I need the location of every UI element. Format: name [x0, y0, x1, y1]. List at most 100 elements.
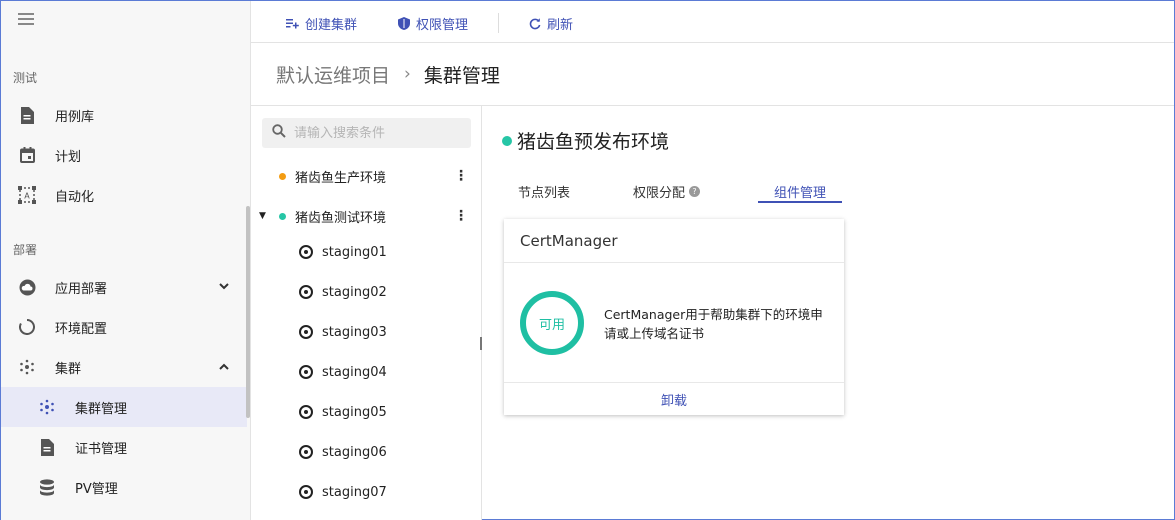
search-icon: [272, 124, 286, 142]
sidebar-item-label: 计划: [55, 149, 82, 165]
sidebar-item-label: 用例库: [55, 109, 95, 125]
node-item[interactable]: staging03: [299, 317, 387, 347]
node-icon: [299, 445, 313, 459]
status-dot: [502, 135, 512, 146]
uninstall-label: 卸载: [660, 393, 687, 409]
more-vert-icon[interactable]: ⋮: [454, 209, 468, 223]
sidebar-item-pv-management[interactable]: PV管理: [1, 467, 247, 507]
env-item-test[interactable]: ▼ 猪齿鱼测试环境 ⋮: [251, 201, 482, 231]
cluster-icon: [18, 358, 36, 376]
search-box: [262, 118, 471, 148]
shield-icon: [398, 17, 410, 30]
detail-title: 猪齿鱼预发布环境: [502, 127, 669, 154]
permissions-label: 权限管理: [416, 18, 469, 33]
sidebar-item-case-library[interactable]: 用例库: [1, 95, 247, 135]
refresh-button[interactable]: 刷新: [529, 14, 573, 33]
tab-label: 节点列表: [518, 185, 571, 201]
tab-permission-assign[interactable]: 权限分配 ?: [633, 179, 701, 203]
svg-text:A: A: [24, 192, 30, 201]
sidebar-item-label: 自动化: [55, 189, 95, 205]
node-icon: [299, 325, 313, 339]
sidebar-item-label: 集群: [55, 361, 82, 377]
chevron-down-icon[interactable]: [219, 279, 229, 293]
sidebar-scrollbar[interactable]: [246, 206, 250, 418]
tab-label: 权限分配: [633, 185, 686, 201]
breadcrumb: 默认运维项目 › 集群管理: [251, 43, 1174, 106]
node-item[interactable]: staging02: [299, 277, 387, 307]
sidebar-item-automation[interactable]: A 自动化: [1, 175, 247, 215]
tab-label: 组件管理: [774, 185, 827, 201]
tab-component-management[interactable]: 组件管理: [774, 179, 826, 203]
env-name: 猪齿鱼生产环境: [295, 170, 387, 186]
component-card: CertManager 可用 CertManager用于帮助集群下的环境申请或上…: [504, 219, 844, 415]
more-vert-icon[interactable]: ⋮: [454, 169, 468, 183]
node-name: staging07: [322, 484, 387, 500]
sidebar-item-label: 环境配置: [55, 321, 108, 337]
permissions-button[interactable]: 权限管理: [398, 14, 468, 33]
calendar-icon: [18, 146, 36, 164]
refresh-icon: [529, 17, 541, 30]
refresh-label: 刷新: [547, 18, 574, 33]
sidebar-item-app-deploy[interactable]: 应用部署: [1, 267, 247, 307]
document-icon: [18, 106, 36, 124]
create-cluster-button[interactable]: 创建集群: [286, 14, 357, 33]
menu-icon[interactable]: [18, 13, 34, 27]
cluster-list-panel: 猪齿鱼生产环境 ⋮ ▼ 猪齿鱼测试环境 ⋮ staging01 staging0…: [251, 106, 482, 520]
status-dot: [279, 212, 286, 220]
node-name: staging02: [322, 284, 387, 300]
section-label-deploy: 部署: [13, 243, 38, 257]
sidebar-item-certificate-management[interactable]: 证书管理: [1, 427, 247, 467]
sidebar-item-label: 集群管理: [75, 401, 128, 417]
toolbar: 创建集群 权限管理 刷新: [251, 1, 1174, 43]
database-icon: [38, 478, 56, 496]
search-input[interactable]: [294, 125, 464, 141]
node-name: staging03: [322, 324, 387, 340]
node-name: staging06: [322, 444, 387, 460]
sidebar-item-label: 应用部署: [55, 281, 108, 297]
env-name: 猪齿鱼测试环境: [295, 210, 387, 226]
sidebar-item-cluster-management[interactable]: 集群管理: [1, 387, 247, 427]
automation-icon: A: [18, 186, 36, 204]
detail-title-text: 猪齿鱼预发布环境: [517, 131, 670, 153]
page-title: 集群管理: [423, 64, 500, 87]
breadcrumb-project[interactable]: 默认运维项目: [276, 61, 390, 88]
uninstall-button[interactable]: 卸载: [504, 382, 844, 415]
node-name: staging01: [322, 244, 387, 260]
help-icon[interactable]: ?: [689, 185, 701, 197]
sidebar-item-label: 证书管理: [75, 441, 128, 457]
cluster-icon: [38, 398, 56, 416]
sidebar-item-env-config[interactable]: 环境配置: [1, 307, 247, 347]
sidebar: 测试 用例库 计划 A 自动化 部署 应用部署 环境配置 集群 集群管理 证书管…: [1, 1, 251, 520]
env-item-production[interactable]: 猪齿鱼生产环境 ⋮: [251, 161, 482, 191]
component-name: CertManager: [504, 219, 844, 263]
node-item[interactable]: staging05: [299, 397, 387, 427]
node-item[interactable]: staging06: [299, 437, 387, 467]
active-tab-indicator: [758, 201, 842, 203]
sidebar-item-cluster[interactable]: 集群: [1, 347, 247, 387]
node-item[interactable]: staging01: [299, 237, 387, 267]
node-name: staging05: [322, 404, 387, 420]
status-badge: 可用: [538, 317, 565, 333]
sidebar-item-label: PV管理: [75, 481, 118, 497]
node-icon: [299, 285, 313, 299]
node-name: staging04: [322, 364, 387, 380]
certificate-icon: [38, 438, 56, 456]
node-icon: [299, 245, 313, 259]
node-item[interactable]: staging07: [299, 477, 387, 507]
node-icon: [299, 485, 313, 499]
cloud-icon: [18, 278, 36, 296]
resize-handle[interactable]: [480, 337, 482, 350]
tab-node-list[interactable]: 节点列表: [518, 179, 570, 203]
sidebar-item-plan[interactable]: 计划: [1, 135, 247, 175]
cluster-detail: 猪齿鱼预发布环境 节点列表 权限分配 ? 组件管理 CertManager 可用…: [483, 106, 1174, 520]
section-label-test: 测试: [13, 71, 38, 85]
caret-down-icon[interactable]: ▼: [259, 211, 266, 221]
node-item[interactable]: staging04: [299, 357, 387, 387]
playlist-add-icon: [286, 18, 299, 29]
chevron-up-icon[interactable]: [219, 359, 229, 373]
breadcrumb-separator: ›: [404, 64, 411, 84]
toolbar-divider: [498, 13, 499, 33]
create-cluster-label: 创建集群: [305, 18, 358, 33]
loading-ring-icon: [18, 318, 36, 336]
node-icon: [299, 405, 313, 419]
